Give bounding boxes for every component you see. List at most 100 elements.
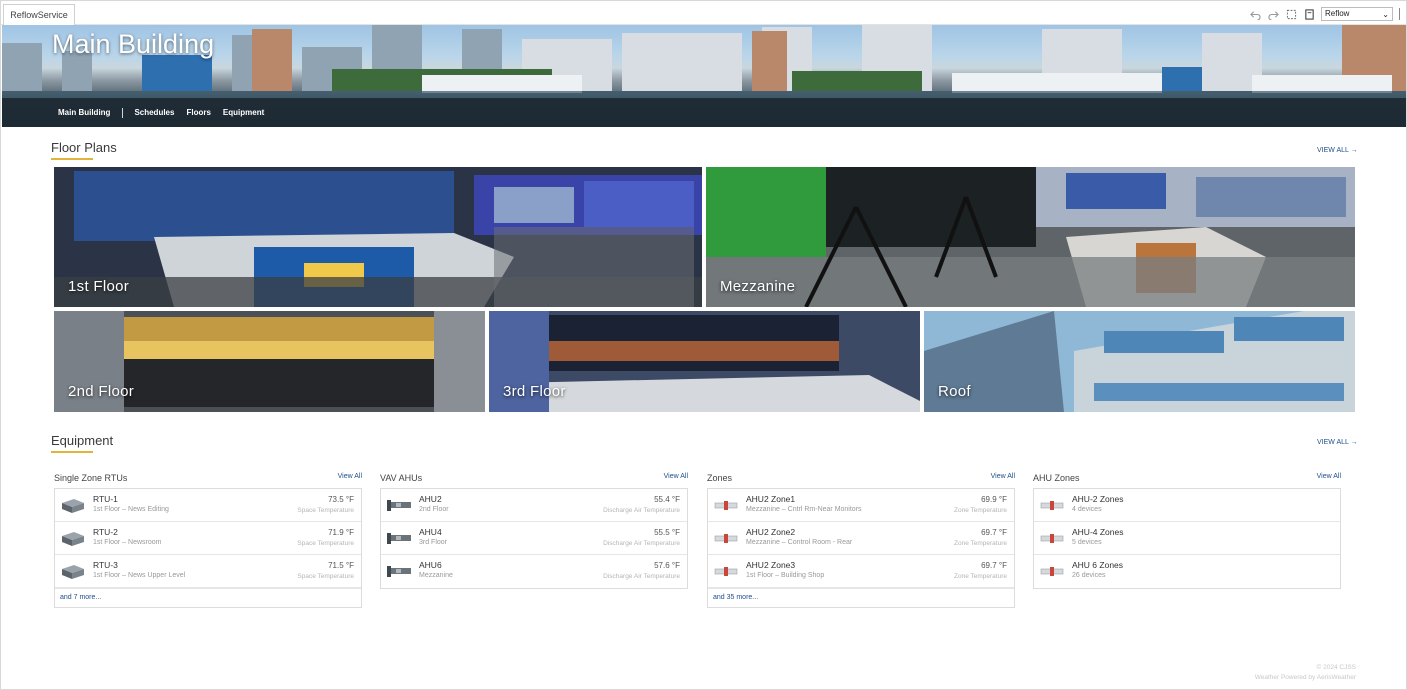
view-all-link[interactable]: View All xyxy=(991,473,1015,480)
equipment-row[interactable]: AHU2 Zone1 Mezzanine – Cntrl Rm-Near Mon… xyxy=(708,489,1014,522)
equipment-row[interactable]: RTU-3 1st Floor – News Upper Level 71.5 … xyxy=(55,555,361,588)
equipment-location: Mezzanine xyxy=(419,572,453,579)
equipment-value: 55.5 °F xyxy=(654,528,680,537)
ahu-unit-icon xyxy=(387,533,411,544)
nav-floors[interactable]: Floors xyxy=(186,108,210,117)
equipment-name: AHU4 xyxy=(419,527,442,537)
equipment-row[interactable]: AHU-2 Zones 4 devices xyxy=(1034,489,1340,522)
breadcrumb-nav: Main Building Schedules Floors Equipment xyxy=(2,98,1406,127)
equipment-location: 1st Floor – Newsroom xyxy=(93,539,162,546)
equipment-value: 69.7 °F xyxy=(981,528,1007,537)
copyright-text: © 2024 CJSS xyxy=(1316,664,1356,671)
floor-tile-1st-floor[interactable]: 1st Floor xyxy=(54,167,702,307)
weather-credit-text: Weather Powered by AerisWeather xyxy=(1254,674,1356,681)
equipment-point: Discharge Air Temperature xyxy=(603,540,680,547)
accent-underline xyxy=(51,451,93,453)
equipment-location: 1st Floor – Building Shop xyxy=(746,572,825,579)
floor-tile-label: 1st Floor xyxy=(68,278,130,295)
equipment-location: 1st Floor – News Editing xyxy=(93,506,169,513)
floor-tile-label: Roof xyxy=(938,383,971,400)
select-area-icon[interactable] xyxy=(1285,8,1297,20)
equipment-row[interactable]: AHU2 Zone3 1st Floor – Building Shop 69.… xyxy=(708,555,1014,588)
view-all-link[interactable]: View All xyxy=(338,473,362,480)
equipment-value: 71.9 °F xyxy=(328,528,354,537)
equipment-location: 5 devices xyxy=(1072,539,1102,546)
view-all-link[interactable]: View All xyxy=(664,473,688,480)
equipment-group-zones: Zones View All AHU2 Zone1 Mezzanine – Cn… xyxy=(707,472,1015,608)
floor-tile-image xyxy=(54,167,702,307)
tab-reflow-service[interactable]: ReflowService xyxy=(3,4,75,25)
scroll-edge xyxy=(1399,8,1402,20)
rtu-unit-icon xyxy=(62,499,84,513)
equipment-name: AHU6 xyxy=(419,560,442,570)
equipment-group-header: Single Zone RTUs View All xyxy=(54,472,362,486)
equipment-group-rtus: Single Zone RTUs View All RTU-1 1st Floo… xyxy=(54,472,362,608)
equipment-location: 4 devices xyxy=(1072,506,1102,513)
equipment-row[interactable]: AHU-4 Zones 5 devices xyxy=(1034,522,1340,555)
equipment-name: AHU2 Zone1 xyxy=(746,494,796,504)
equipment-group-ahu-zones: AHU Zones View All AHU-2 Zones 4 devices… xyxy=(1033,472,1341,589)
equipment-group-header: AHU Zones View All xyxy=(1033,472,1341,486)
equipment-name: AHU-4 Zones xyxy=(1072,527,1124,537)
floor-tile-mezzanine[interactable]: Mezzanine xyxy=(706,167,1355,307)
equipment-location: 26 devices xyxy=(1072,572,1106,579)
floor-plans-view-all-link[interactable]: VIEW ALL → xyxy=(1317,147,1358,154)
equipment-row[interactable]: AHU2 2nd Floor 55.4 °F Discharge Air Tem… xyxy=(381,489,687,522)
vav-box-icon xyxy=(714,567,738,576)
view-select-value: Reflow xyxy=(1325,9,1350,18)
more-link[interactable]: and 35 more... xyxy=(708,588,1014,607)
vav-box-icon xyxy=(1040,567,1064,576)
ahu-unit-icon xyxy=(387,500,411,511)
equipment-name: RTU-2 xyxy=(93,527,118,537)
equipment-card: RTU-1 1st Floor – News Editing 73.5 °F S… xyxy=(54,488,362,608)
footer: © 2024 CJSS Weather Powered by AerisWeat… xyxy=(1255,663,1356,683)
floor-tile-roof[interactable]: Roof xyxy=(924,311,1355,412)
redo-icon[interactable] xyxy=(1267,8,1279,20)
equipment-card: AHU-2 Zones 4 devices AHU-4 Zones 5 devi… xyxy=(1033,488,1341,589)
view-select[interactable]: Reflow ⌄ xyxy=(1321,7,1393,21)
undo-icon[interactable] xyxy=(1249,8,1261,20)
equipment-row[interactable]: RTU-2 1st Floor – Newsroom 71.9 °F Space… xyxy=(55,522,361,555)
equipment-location: 1st Floor – News Upper Level xyxy=(93,572,186,579)
equipment-view-all-link[interactable]: VIEW ALL → xyxy=(1317,439,1358,446)
floor-tile-label: 3rd Floor xyxy=(503,383,566,400)
equipment-location: Mezzanine – Cntrl Rm-Near Monitors xyxy=(746,506,862,513)
floor-tile-2nd-floor[interactable]: 2nd Floor xyxy=(54,311,485,412)
vav-box-icon xyxy=(714,501,738,510)
nav-separator xyxy=(122,107,124,118)
equipment-location: 3rd Floor xyxy=(419,539,448,546)
view-all-link[interactable]: View All xyxy=(1317,473,1341,480)
equipment-point: Space Temperature xyxy=(297,507,354,514)
floor-tile-3rd-floor[interactable]: 3rd Floor xyxy=(489,311,920,412)
chevron-down-icon: ⌄ xyxy=(1382,10,1389,19)
equipment-group-title: Zones xyxy=(707,473,733,483)
equipment-title: Equipment xyxy=(51,433,114,448)
equipment-row[interactable]: AHU6 Mezzanine 57.6 °F Discharge Air Tem… xyxy=(381,555,687,588)
equipment-card: AHU2 2nd Floor 55.4 °F Discharge Air Tem… xyxy=(380,488,688,589)
floor-plans-heading: Floor Plans xyxy=(51,140,117,160)
floor-tile-image xyxy=(706,167,1355,307)
equipment-row[interactable]: AHU2 Zone2 Mezzanine – Control Room - Re… xyxy=(708,522,1014,555)
equipment-name: AHU 6 Zones xyxy=(1072,560,1124,570)
equipment-row[interactable]: AHU4 3rd Floor 55.5 °F Discharge Air Tem… xyxy=(381,522,687,555)
nav-equipment[interactable]: Equipment xyxy=(223,108,264,117)
equipment-row[interactable]: AHU 6 Zones 26 devices xyxy=(1034,555,1340,588)
equipment-value: 57.6 °F xyxy=(654,561,680,570)
page-icon[interactable] xyxy=(1303,8,1315,20)
nav-schedules[interactable]: Schedules xyxy=(134,108,174,117)
accent-underline xyxy=(51,158,93,160)
vav-box-icon xyxy=(1040,501,1064,510)
equipment-row[interactable]: RTU-1 1st Floor – News Editing 73.5 °F S… xyxy=(55,489,361,522)
equipment-point: Discharge Air Temperature xyxy=(603,507,680,514)
equipment-name: AHU2 xyxy=(419,494,442,504)
nav-main-building[interactable]: Main Building xyxy=(58,108,110,117)
equipment-value: 69.9 °F xyxy=(981,495,1007,504)
equipment-name: RTU-1 xyxy=(93,494,118,504)
equipment-point: Zone Temperature xyxy=(954,507,1007,514)
floor-plans-title: Floor Plans xyxy=(51,140,117,155)
more-link[interactable]: and 7 more... xyxy=(55,588,361,607)
vav-box-icon xyxy=(714,534,738,543)
equipment-group-vav-ahus: VAV AHUs View All AHU2 2nd Floor 55.4 °F… xyxy=(380,472,688,589)
equipment-point: Discharge Air Temperature xyxy=(603,573,680,580)
rtu-unit-icon xyxy=(62,565,84,579)
